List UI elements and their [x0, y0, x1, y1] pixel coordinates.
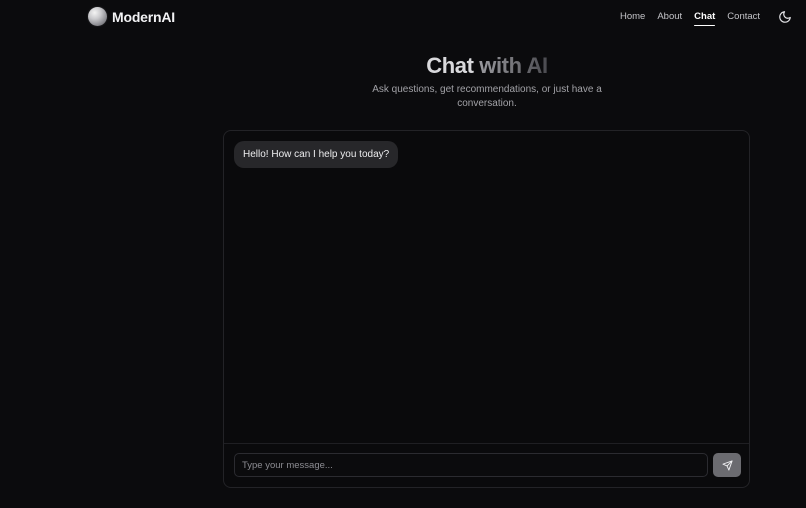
message-list[interactable]: Hello! How can I help you today?	[224, 131, 749, 445]
message-input[interactable]	[234, 453, 708, 477]
nav-link-about[interactable]: About	[657, 11, 682, 22]
page-title: Chat with AI	[0, 53, 806, 79]
nav-link-contact[interactable]: Contact	[727, 11, 760, 22]
theme-toggle-button[interactable]	[778, 10, 792, 24]
top-nav-bar: ModernAI Home About Chat Contact	[0, 0, 806, 34]
nav-link-chat[interactable]: Chat	[694, 11, 716, 26]
nav-link-home[interactable]: Home	[620, 11, 645, 22]
message-composer	[224, 443, 749, 487]
brand-name: ModernAI	[112, 8, 175, 25]
brand-logo[interactable]: ModernAI	[88, 7, 175, 26]
main-nav: Home About Chat Contact	[620, 11, 760, 26]
chat-panel: Hello! How can I help you today?	[223, 130, 750, 488]
page-subtitle: Ask questions, get recommendations, or j…	[372, 84, 602, 109]
send-icon	[721, 459, 733, 471]
page-title-part2: with AI	[479, 53, 548, 78]
assistant-message-bubble: Hello! How can I help you today?	[234, 141, 399, 168]
moon-icon	[779, 11, 791, 23]
page-title-part1: Chat	[426, 53, 474, 78]
page: ModernAI Home About Chat Contact Chat wi…	[0, 0, 806, 508]
logo-orb-icon	[88, 7, 107, 26]
send-button[interactable]	[713, 453, 741, 477]
